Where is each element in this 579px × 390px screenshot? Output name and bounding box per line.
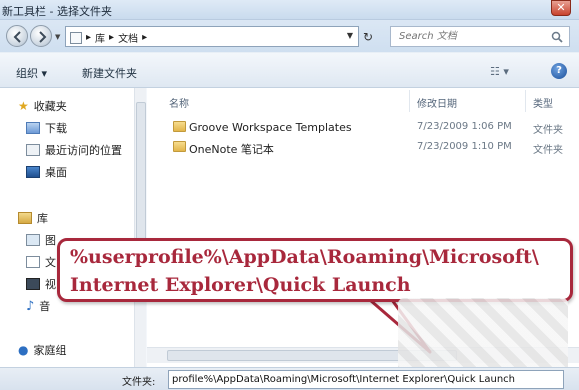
nav-libraries[interactable]: 库 bbox=[18, 210, 48, 226]
nav-label: 图 bbox=[45, 234, 56, 247]
nav-homegroup[interactable]: ● 家庭组 bbox=[18, 342, 66, 358]
nav-favorites[interactable]: ★ 收藏夹 bbox=[18, 98, 67, 114]
nav-lib-videos[interactable]: 视 bbox=[26, 276, 56, 292]
music-icon: ♪ bbox=[26, 298, 35, 314]
column-divider[interactable] bbox=[525, 90, 526, 112]
desktop-icon bbox=[26, 166, 40, 178]
address-bar[interactable]: ▸ 库 ▸ 文档 ▸ ▼ bbox=[65, 26, 359, 47]
column-header-name[interactable]: 名称 bbox=[169, 95, 189, 110]
view-options-icon[interactable]: ☷ ▾ bbox=[490, 65, 509, 78]
forward-icon bbox=[39, 31, 47, 43]
back-icon bbox=[13, 31, 21, 43]
file-row[interactable]: OneNote 笔记本 7/23/2009 1:10 PM 文件夹 bbox=[167, 138, 577, 156]
nav-label: 库 bbox=[37, 212, 48, 225]
folder-name-input[interactable] bbox=[168, 370, 564, 389]
nav-scrollbar[interactable] bbox=[134, 88, 146, 367]
window-title: 新工具栏 - 选择文件夹 bbox=[2, 5, 112, 18]
address-dropdown-icon[interactable]: ▼ bbox=[347, 31, 353, 40]
chevron-right-icon: ▸ bbox=[86, 32, 92, 43]
file-date: 7/23/2009 1:06 PM bbox=[417, 121, 512, 132]
homegroup-icon: ● bbox=[18, 343, 29, 357]
search-box[interactable] bbox=[390, 26, 570, 47]
nav-label: 收藏夹 bbox=[33, 100, 67, 113]
file-date: 7/23/2009 1:10 PM bbox=[417, 141, 512, 152]
column-header-date[interactable]: 修改日期 bbox=[417, 95, 457, 110]
videos-icon bbox=[26, 278, 40, 290]
column-divider[interactable] bbox=[409, 90, 410, 112]
chevron-right-icon: ▸ bbox=[109, 32, 115, 43]
callout-line-1: %userprofile%\AppData\Roaming\Microsoft\ bbox=[70, 246, 539, 268]
breadcrumb-documents[interactable]: 文档 bbox=[118, 30, 138, 45]
downloads-folder-icon bbox=[26, 122, 40, 134]
documents-icon bbox=[26, 256, 40, 268]
chevron-right-icon: ▸ bbox=[142, 32, 148, 43]
history-dropdown-icon[interactable]: ▼ bbox=[55, 33, 60, 41]
close-button[interactable]: ✕ bbox=[551, 0, 571, 16]
nav-lib-documents[interactable]: 文 bbox=[26, 254, 56, 270]
libraries-icon bbox=[18, 212, 32, 224]
nav-downloads[interactable]: 下载 bbox=[26, 120, 67, 136]
nav-label: 桌面 bbox=[45, 166, 67, 179]
back-button[interactable] bbox=[6, 25, 28, 47]
nav-label: 家庭组 bbox=[33, 344, 67, 357]
search-icon[interactable] bbox=[551, 31, 563, 43]
file-name: OneNote 笔记本 bbox=[189, 143, 274, 156]
nav-label: 音 bbox=[39, 300, 51, 313]
forward-button[interactable] bbox=[30, 25, 52, 47]
callout-line-2: Internet Explorer\Quick Launch bbox=[70, 274, 411, 296]
nav-desktop[interactable]: 桌面 bbox=[26, 164, 67, 180]
new-folder-button[interactable]: 新建文件夹 bbox=[82, 65, 137, 81]
file-type: 文件夹 bbox=[533, 145, 563, 156]
path-callout: %userprofile%\AppData\Roaming\Microsoft\… bbox=[57, 238, 573, 302]
nav-label: 下载 bbox=[45, 122, 67, 135]
address-row: ▼ ▸ 库 ▸ 文档 ▸ ▼ ↻ bbox=[0, 20, 579, 52]
pictures-icon bbox=[26, 234, 40, 246]
search-input[interactable] bbox=[391, 27, 541, 46]
folder-name-bar: 文件夹: bbox=[0, 367, 579, 390]
column-header-type[interactable]: 类型 bbox=[533, 95, 553, 110]
star-icon: ★ bbox=[18, 99, 29, 113]
file-name: Groove Workspace Templates bbox=[189, 121, 352, 134]
nav-recent-places[interactable]: 最近访问的位置 bbox=[26, 142, 122, 158]
nav-label: 视 bbox=[45, 278, 56, 291]
nav-label: 文 bbox=[45, 256, 56, 269]
title-bar: 新工具栏 - 选择文件夹 ✕ bbox=[0, 0, 579, 20]
navigation-pane: ★ 收藏夹 下载 最近访问的位置 桌面 库 图 文 视 ♪ 音 ● 家庭组 bbox=[0, 88, 146, 367]
file-type: 文件夹 bbox=[533, 125, 563, 136]
nav-lib-music[interactable]: ♪ 音 bbox=[26, 298, 50, 314]
recent-places-icon bbox=[26, 144, 40, 156]
help-icon[interactable]: ? bbox=[551, 63, 567, 79]
nav-label: 最近访问的位置 bbox=[45, 144, 122, 157]
organize-button[interactable]: 组织 ▾ bbox=[16, 65, 47, 81]
nav-lib-pictures[interactable]: 图 bbox=[26, 232, 56, 248]
blurred-region bbox=[398, 298, 568, 378]
refresh-icon[interactable]: ↻ bbox=[363, 30, 373, 44]
breadcrumb-libraries[interactable]: 库 bbox=[95, 30, 105, 45]
command-bar: 组织 ▾ 新建文件夹 ☷ ▾ ? bbox=[0, 52, 579, 88]
folder-icon bbox=[173, 121, 186, 132]
library-icon bbox=[70, 31, 82, 44]
folder-icon bbox=[173, 141, 186, 152]
folder-label: 文件夹: bbox=[122, 377, 156, 388]
file-row[interactable]: Groove Workspace Templates 7/23/2009 1:0… bbox=[167, 118, 577, 136]
